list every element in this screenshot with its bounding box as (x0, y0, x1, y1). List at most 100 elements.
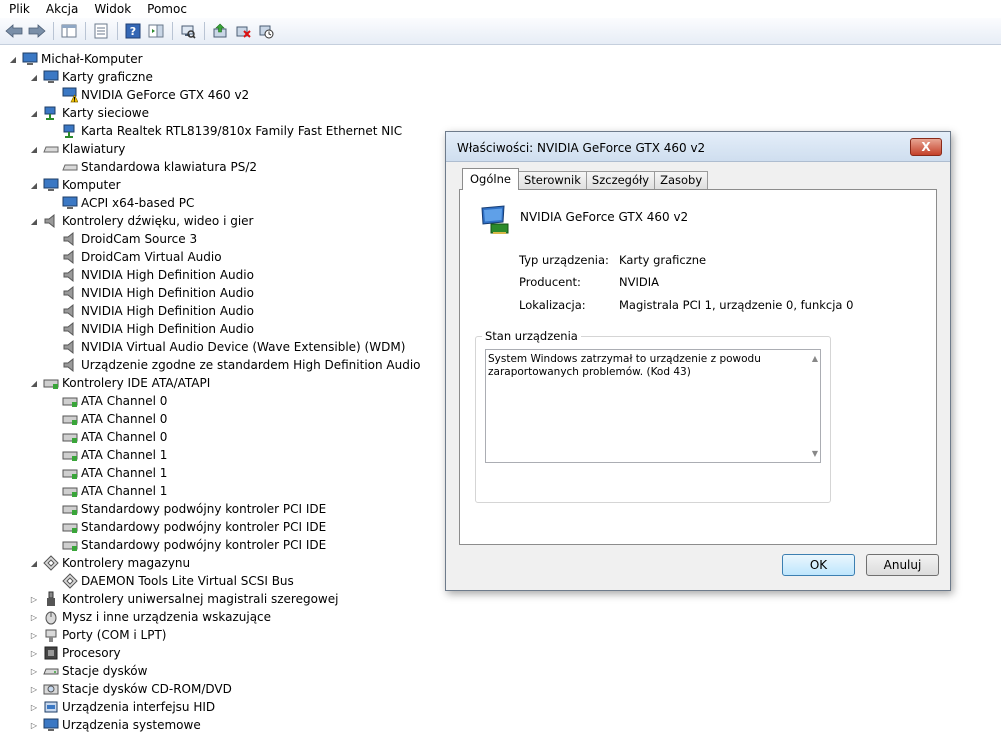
show-hide-tree-icon[interactable] (58, 20, 80, 42)
status-textbox[interactable]: System Windows zatrzymał to urządzenie z… (485, 349, 821, 463)
tree-device-ide[interactable]: ATA Channel 1 (62, 482, 167, 500)
tree-device-audio[interactable]: NVIDIA High Definition Audio (62, 284, 254, 302)
collapse-arrow-icon[interactable]: ▷ (29, 666, 39, 676)
tree-category-mouse[interactable]: ▷ Mysz i inne urządzenia wskazujące (29, 608, 271, 626)
tree-category-hid[interactable]: ▷ Urządzenia interfejsu HID (29, 698, 215, 716)
tree-device-audio[interactable]: DroidCam Source 3 (62, 230, 197, 248)
device-label: ATA Channel 0 (81, 394, 168, 408)
device-name: NVIDIA GeForce GTX 460 v2 (520, 210, 689, 224)
tab-driver[interactable]: Sterownik (517, 171, 587, 190)
uninstall-icon[interactable] (232, 20, 254, 42)
expand-arrow-icon[interactable]: ◢ (29, 180, 39, 190)
tab-details[interactable]: Szczegóły (585, 171, 656, 190)
dialog-titlebar[interactable]: Właściwości: NVIDIA GeForce GTX 460 v2 X (446, 132, 950, 162)
processor-icon (44, 646, 58, 660)
cancel-button[interactable]: Anuluj (866, 554, 939, 576)
tree-category-audio[interactable]: ◢ Kontrolery dźwięku, wideo i gier (29, 212, 253, 230)
category-label: Karty sieciowe (62, 106, 150, 120)
tree-category-network[interactable]: ◢ Karty sieciowe (29, 104, 149, 122)
device-label: NVIDIA Virtual Audio Device (Wave Extens… (81, 340, 406, 354)
svg-text:!: ! (73, 97, 76, 104)
category-label: Porty (COM i LPT) (62, 628, 167, 642)
tree-category-cdrom[interactable]: ▷ Stacje dysków CD-ROM/DVD (29, 680, 232, 698)
tree-device-nic[interactable]: Karta Realtek RTL8139/810x Family Fast E… (62, 122, 402, 140)
help-icon[interactable]: ? (122, 20, 144, 42)
collapse-arrow-icon[interactable]: ▷ (29, 720, 39, 730)
location-value: Magistrala PCI 1, urządzenie 0, funkcja … (619, 298, 854, 312)
scroll-down-icon[interactable]: ▼ (812, 449, 818, 458)
ide-controller-icon (62, 451, 78, 461)
category-label: Komputer (62, 178, 121, 192)
tree-root[interactable]: ◢ Michał-Komputer (8, 50, 143, 68)
tree-device-scsi[interactable]: DAEMON Tools Lite Virtual SCSI Bus (62, 572, 294, 590)
collapse-arrow-icon[interactable]: ▷ (29, 594, 39, 604)
close-button[interactable]: X (910, 138, 942, 156)
tree-category-ports[interactable]: ▷ Porty (COM i LPT) (29, 626, 166, 644)
back-icon[interactable] (3, 20, 25, 42)
tab-general[interactable]: Ogólne (462, 168, 519, 190)
expand-arrow-icon[interactable]: ◢ (29, 108, 39, 118)
tree-device-ide[interactable]: Standardowy podwójny kontroler PCI IDE (62, 500, 326, 518)
tree-device-ide[interactable]: Standardowy podwójny kontroler PCI IDE (62, 518, 326, 536)
tree-device-audio[interactable]: NVIDIA High Definition Audio (62, 320, 254, 338)
scan-hardware-icon[interactable] (177, 20, 199, 42)
tree-category-ide[interactable]: ◢ Kontrolery IDE ATA/ATAPI (29, 374, 210, 392)
tree-category-storage[interactable]: ◢ Kontrolery magazynu (29, 554, 190, 572)
collapse-arrow-icon[interactable]: ▷ (29, 702, 39, 712)
forward-icon[interactable] (26, 20, 48, 42)
disable-icon[interactable] (255, 20, 277, 42)
tree-device-ide[interactable]: ATA Channel 1 (62, 446, 167, 464)
tree-device-ide[interactable]: ATA Channel 0 (62, 392, 167, 410)
tree-device-ide[interactable]: ATA Channel 0 (62, 428, 167, 446)
expand-arrow-icon[interactable]: ◢ (29, 144, 39, 154)
menu-akcja[interactable]: Akcja (37, 1, 85, 17)
action-pane-icon[interactable] (145, 20, 167, 42)
tree-device-keyboard[interactable]: Standardowa klawiatura PS/2 (62, 158, 257, 176)
toolbar-separator (53, 22, 54, 40)
device-label: ATA Channel 1 (81, 448, 168, 462)
expand-arrow-icon[interactable]: ◢ (29, 72, 39, 82)
ide-controller-icon (62, 541, 78, 551)
expand-arrow-icon[interactable]: ◢ (29, 378, 39, 388)
tree-device-acpi[interactable]: ACPI x64-based PC (62, 194, 194, 212)
type-value: Karty graficzne (619, 253, 707, 267)
tree-category-usb[interactable]: ▷ Kontrolery uniwersalnej magistrali sze… (29, 590, 338, 608)
menu-plik[interactable]: Plik (0, 1, 37, 17)
menu-pomoc[interactable]: Pomoc (138, 1, 194, 17)
toolbar-separator (117, 22, 118, 40)
tree-device-audio[interactable]: NVIDIA High Definition Audio (62, 266, 254, 284)
collapse-arrow-icon[interactable]: ▷ (29, 630, 39, 640)
tree-device-gpu[interactable]: ! NVIDIA GeForce GTX 460 v2 (62, 86, 249, 104)
tree-category-display[interactable]: ◢ Karty graficzne (29, 68, 153, 86)
tree-category-computer[interactable]: ◢ Komputer (29, 176, 121, 194)
maker-label: Producent: (519, 275, 581, 289)
properties-icon[interactable] (90, 20, 112, 42)
tree-device-audio[interactable]: Urządzenie zgodne ze standardem High Def… (62, 356, 421, 374)
tree-device-ide[interactable]: ATA Channel 0 (62, 410, 167, 428)
collapse-arrow-icon[interactable]: ▷ (29, 684, 39, 694)
tab-panel-general: NVIDIA GeForce GTX 460 v2 Typ urządzenia… (459, 189, 937, 545)
device-label: Standardowy podwójny kontroler PCI IDE (81, 520, 327, 534)
display-adapter-icon (481, 205, 509, 234)
tree-device-audio[interactable]: NVIDIA High Definition Audio (62, 302, 254, 320)
ok-button[interactable]: OK (782, 554, 855, 576)
collapse-arrow-icon[interactable]: ▷ (29, 612, 39, 622)
tree-device-ide[interactable]: ATA Channel 1 (62, 464, 167, 482)
expand-arrow-icon[interactable]: ◢ (29, 216, 39, 226)
device-label: DroidCam Source 3 (81, 232, 198, 246)
update-driver-icon[interactable] (209, 20, 231, 42)
expand-arrow-icon[interactable]: ◢ (29, 558, 39, 568)
tree-device-audio[interactable]: DroidCam Virtual Audio (62, 248, 222, 266)
menu-widok[interactable]: Widok (85, 1, 138, 17)
tree-category-disks[interactable]: ▷ Stacje dysków (29, 662, 148, 680)
tree-category-keyboards[interactable]: ◢ Klawiatury (29, 140, 125, 158)
scroll-up-icon[interactable]: ▲ (812, 354, 818, 363)
tree-device-audio[interactable]: NVIDIA Virtual Audio Device (Wave Extens… (62, 338, 405, 356)
expand-arrow-icon[interactable]: ◢ (8, 54, 18, 64)
tab-resources[interactable]: Zasoby (654, 171, 709, 190)
display-adapter-icon (43, 70, 59, 83)
collapse-arrow-icon[interactable]: ▷ (29, 648, 39, 658)
tree-device-ide[interactable]: Standardowy podwójny kontroler PCI IDE (62, 536, 326, 554)
tree-category-cpu[interactable]: ▷ Procesory (29, 644, 121, 662)
tree-category-system[interactable]: ▷ Urządzenia systemowe (29, 716, 201, 734)
